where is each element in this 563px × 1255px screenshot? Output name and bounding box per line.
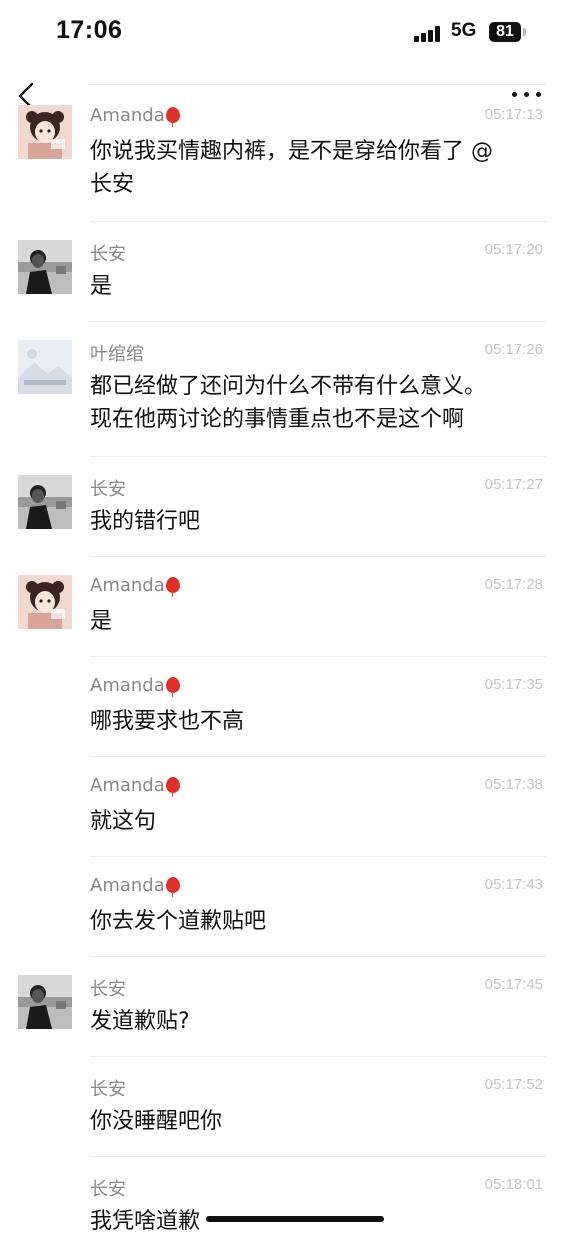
message-item[interactable]: 长安 05:17:27 我的错行吧 — [0, 470, 563, 557]
sender-name: 长安 — [90, 1179, 126, 1200]
message-text: 你说我买情趣内裤，是不是穿给你看了 @ 长安 — [90, 135, 540, 201]
divider — [90, 656, 546, 657]
message-text-line: 你去发个道歉贴吧 — [90, 909, 267, 934]
battery-tip — [523, 28, 526, 36]
message-time: 05:17:45 — [484, 976, 543, 993]
divider — [90, 856, 546, 857]
message-text-line: 现在他两讨论的事情重点也不是这个啊 — [90, 407, 465, 432]
battery-icon: 81 — [489, 22, 521, 42]
message-text-line: 你没睡醒吧你 — [90, 1109, 223, 1134]
message-item[interactable]: Amanda 05:17:13 你说我买情趣内裤，是不是穿给你看了 @ 长安 — [0, 100, 563, 222]
network-type: 5G — [451, 20, 477, 41]
message-item[interactable]: Amanda 05:17:43 你去发个道歉贴吧 — [0, 870, 563, 957]
avatar[interactable] — [18, 340, 72, 394]
message-time: 05:17:43 — [484, 876, 543, 893]
more-dots-icon — [512, 92, 517, 97]
sender-name: 长安 — [90, 979, 126, 1000]
message-text: 都已经做了还问为什么不带有什么意义。 现在他两讨论的事情重点也不是这个啊 — [90, 370, 540, 436]
divider — [90, 321, 546, 322]
balloon-icon — [165, 677, 180, 697]
message-text: 你去发个道歉贴吧 — [90, 905, 540, 938]
message-time: 05:18:01 — [484, 1176, 543, 1193]
sender-name: 长安 — [90, 1079, 126, 1100]
message-text: 哪我要求也不高 — [90, 705, 540, 738]
message-text: 你没睡醒吧你 — [90, 1105, 540, 1138]
divider — [90, 556, 546, 557]
message-time: 05:17:52 — [484, 1076, 543, 1093]
divider — [90, 1156, 546, 1157]
divider — [90, 1056, 546, 1057]
sender-name: Amanda — [90, 875, 180, 897]
message-item[interactable]: 叶绾绾 05:17:26 都已经做了还问为什么不带有什么意义。 现在他两讨论的事情重点… — [0, 335, 563, 457]
avatar[interactable] — [18, 105, 72, 159]
divider — [88, 84, 546, 85]
sender-name: Amanda — [90, 775, 180, 797]
avatar[interactable] — [18, 975, 72, 1029]
message-time: 05:17:38 — [484, 776, 543, 793]
message-text-line: 都已经做了还问为什么不带有什么意义。 — [90, 374, 487, 399]
avatar[interactable] — [18, 475, 72, 529]
sender-name: Amanda — [90, 675, 180, 697]
message-item[interactable]: 长安 05:17:20 是 — [0, 235, 563, 322]
message-time: 05:17:35 — [484, 676, 543, 693]
message-item[interactable]: 长安 05:17:45 发道歉贴? — [0, 970, 563, 1057]
message-text: 发道歉贴? — [90, 1005, 540, 1038]
divider — [90, 756, 546, 757]
sender-name: 长安 — [90, 244, 126, 265]
message-text-line: 哪我要求也不高 — [90, 709, 245, 734]
message-item[interactable]: 长安 05:17:52 你没睡醒吧你 — [0, 1070, 563, 1157]
divider — [90, 456, 546, 457]
signal-icon — [414, 26, 444, 42]
avatar[interactable] — [18, 240, 72, 294]
message-text-line: 你说我买情趣内裤，是不是穿给你看了 @ — [90, 139, 493, 164]
message-text: 是 — [90, 605, 540, 638]
sender-name: Amanda — [90, 105, 180, 127]
message-time: 05:17:28 — [484, 576, 543, 593]
message-text-line: 发道歉贴? — [90, 1009, 190, 1034]
status-bar: 17:06 5G 81 — [0, 0, 563, 70]
balloon-icon — [165, 777, 180, 797]
balloon-icon — [165, 107, 180, 127]
message-time: 05:17:13 — [484, 106, 543, 123]
message-text: 就这句 — [90, 805, 540, 838]
avatar[interactable] — [18, 575, 72, 629]
more-button[interactable] — [510, 86, 544, 98]
sender-name: Amanda — [90, 575, 180, 597]
message-text-line: 长安 — [90, 172, 135, 197]
home-indicator[interactable] — [206, 1216, 384, 1222]
status-time: 17:06 — [56, 16, 123, 44]
balloon-icon — [165, 577, 180, 597]
message-time: 05:17:27 — [484, 476, 543, 493]
sender-name: 长安 — [90, 479, 126, 500]
balloon-icon — [165, 877, 180, 897]
message-item[interactable]: Amanda 05:17:38 就这句 — [0, 770, 563, 857]
message-text-line: 就这句 — [90, 809, 157, 834]
message-item[interactable]: 长安 05:18:01 我凭啥道歉 — [0, 1170, 563, 1255]
message-text: 是 — [90, 270, 540, 303]
message-text-line: 是 — [90, 274, 113, 299]
message-text: 我的错行吧 — [90, 505, 540, 538]
message-item[interactable]: Amanda 05:17:35 哪我要求也不高 — [0, 670, 563, 757]
divider — [90, 221, 546, 222]
message-item[interactable]: Amanda 05:17:28 是 — [0, 570, 563, 657]
message-text-line: 我的错行吧 — [90, 509, 201, 534]
divider — [90, 956, 546, 957]
sender-name: 叶绾绾 — [90, 344, 144, 365]
message-time: 05:17:20 — [484, 241, 543, 258]
message-text-line: 是 — [90, 609, 113, 634]
message-time: 05:17:26 — [484, 341, 543, 358]
